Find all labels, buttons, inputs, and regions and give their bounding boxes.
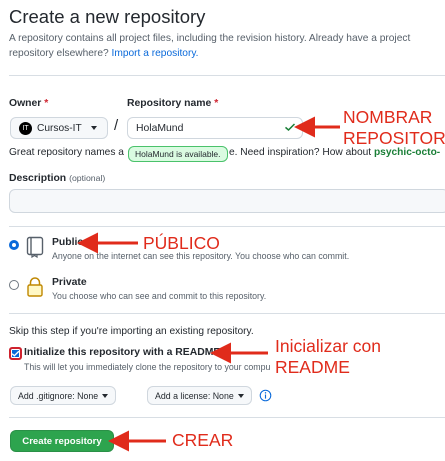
annotation-arrows	[77, 116, 340, 452]
